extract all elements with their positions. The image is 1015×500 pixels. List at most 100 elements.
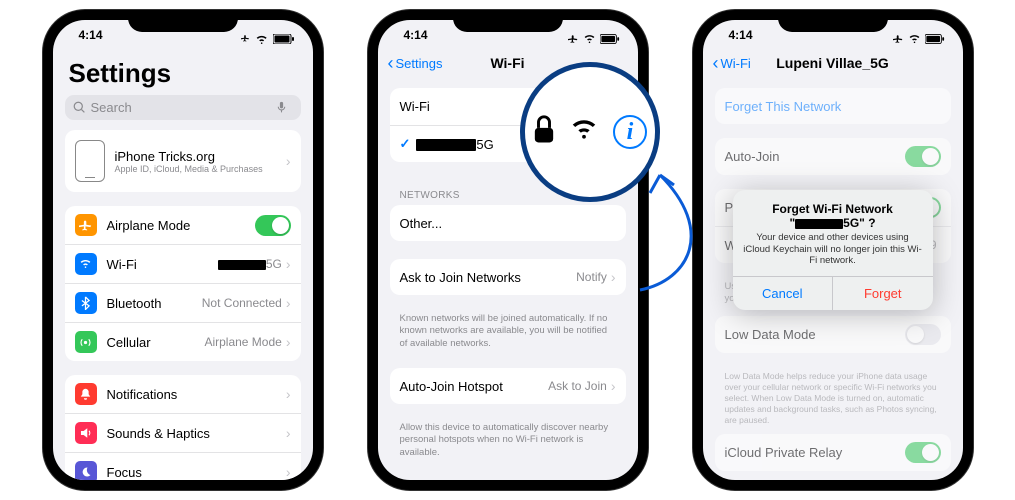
wifi-row[interactable]: Wi-Fi 5G › [65, 245, 301, 284]
network-name: 5G [416, 137, 493, 152]
forget-button[interactable]: Forget [832, 277, 933, 310]
navbar: ‹ Wi-Fi Lupeni Villae_5G [703, 50, 963, 78]
bluetooth-row[interactable]: Bluetooth Not Connected › [65, 284, 301, 323]
autojoin-card: Auto-Join [715, 138, 951, 175]
wifi-settings-icon [75, 253, 97, 275]
chevron-right-icon: › [286, 334, 291, 350]
airplane-icon [241, 34, 251, 44]
appleid-title: iPhone Tricks.org [115, 149, 286, 164]
wifi-signal-icon [569, 118, 599, 146]
sounds-icon [75, 422, 97, 444]
screen: 4:14 ‹ Wi-Fi Lupeni Villae_5G Forget Thi… [703, 20, 963, 480]
magnifier-callout: i [520, 62, 660, 202]
row-value: Airplane Mode [204, 335, 281, 349]
wifi-icon [908, 34, 921, 44]
chevron-left-icon: ‹ [713, 53, 719, 74]
info-icon: i [613, 115, 647, 149]
chevron-right-icon: › [286, 386, 291, 402]
clock: 4:14 [404, 28, 428, 50]
battery-icon [273, 34, 295, 44]
private-relay-card: iCloud Private Relay [715, 434, 951, 471]
notch [778, 10, 888, 32]
cellular-row[interactable]: Cellular Airplane Mode › [65, 323, 301, 361]
focus-icon [75, 461, 97, 480]
airplane-toggle[interactable] [255, 215, 291, 236]
airplane-row[interactable]: Airplane Mode [65, 206, 301, 245]
lowdata-toggle[interactable] [905, 324, 941, 345]
lock-icon [533, 115, 555, 149]
focus-row[interactable]: Focus › [65, 453, 301, 480]
row-label: Ask to Join Networks [400, 270, 577, 285]
bluetooth-icon [75, 292, 97, 314]
appleid-subtitle: Apple ID, iCloud, Media & Purchases [115, 164, 286, 174]
autojoin-toggle[interactable] [905, 146, 941, 167]
chevron-right-icon: › [286, 464, 291, 480]
status-icons [892, 28, 945, 50]
chevron-left-icon: ‹ [388, 53, 394, 74]
phone-network-detail: 4:14 ‹ Wi-Fi Lupeni Villae_5G Forget Thi… [693, 10, 973, 490]
row-value: Ask to Join [548, 379, 607, 393]
ask-join-row[interactable]: Ask to Join Networks Notify › [390, 259, 626, 295]
chevron-right-icon: › [611, 378, 616, 394]
wifi-icon [255, 34, 268, 44]
status-icons [567, 28, 620, 50]
sounds-row[interactable]: Sounds & Haptics › [65, 414, 301, 453]
row-label: Other... [400, 216, 616, 231]
alert-message: Your device and other devices using iClo… [743, 232, 923, 266]
notifications-row[interactable]: Notifications › [65, 375, 301, 414]
notifications-group: Notifications › Sounds & Haptics › Focus… [65, 375, 301, 480]
airplane-icon [567, 34, 579, 44]
chevron-right-icon: › [286, 425, 291, 441]
page-title: Settings [53, 50, 313, 95]
search-placeholder: Search [91, 100, 132, 115]
back-button[interactable]: ‹ Settings [388, 53, 443, 74]
appleid-card[interactable]: iPhone Tricks.org Apple ID, iCloud, Medi… [65, 130, 301, 192]
row-label: Forget This Network [725, 99, 941, 114]
screen: 4:14 Settings Search iPhone Tricks.org A… [53, 20, 313, 480]
chevron-right-icon: › [286, 295, 291, 311]
battery-icon [600, 34, 620, 44]
notch [128, 10, 238, 32]
private-relay-row[interactable]: iCloud Private Relay [715, 434, 951, 471]
status-icons [241, 28, 294, 50]
notifications-icon [75, 383, 97, 405]
autojoin-row[interactable]: Auto-Join [715, 138, 951, 175]
search-input[interactable]: Search [65, 95, 301, 120]
clock: 4:14 [729, 28, 753, 50]
clock: 4:14 [79, 28, 103, 50]
check-icon: ✓ [400, 136, 411, 152]
row-label: Low Data Mode [725, 327, 905, 342]
alert-title: Forget Wi-Fi Network "5G" ? [743, 202, 923, 231]
mic-icon[interactable] [275, 101, 288, 114]
other-network-row[interactable]: Other... [390, 205, 626, 241]
private-relay-toggle[interactable] [905, 442, 941, 463]
row-label: Cellular [107, 335, 205, 350]
hotspot-footer: Allow this device to automatically disco… [378, 418, 638, 459]
row-label: Focus [107, 465, 286, 480]
lowdata-row[interactable]: Low Data Mode [715, 316, 951, 353]
forget-network-row[interactable]: Forget This Network [715, 88, 951, 124]
forget-alert: Forget Wi-Fi Network "5G" ? Your device … [733, 190, 933, 311]
row-label: Auto-Join [725, 149, 905, 164]
row-label: Auto-Join Hotspot [400, 379, 549, 394]
lowdata-footer: Low Data Mode helps reduce your iPhone d… [703, 367, 963, 426]
chevron-right-icon: › [286, 153, 291, 169]
row-label: Airplane Mode [107, 218, 255, 233]
chevron-right-icon: › [286, 256, 291, 272]
hotspot-row[interactable]: Auto-Join Hotspot Ask to Join › [390, 368, 626, 404]
airplane-icon [892, 34, 904, 44]
notch [453, 10, 563, 32]
connectivity-group: Airplane Mode Wi-Fi 5G › Bluetooth Not C… [65, 206, 301, 361]
row-label: iCloud Private Relay [725, 445, 905, 460]
wifi-icon [583, 34, 596, 44]
back-button[interactable]: ‹ Wi-Fi [713, 53, 751, 74]
phone-settings: 4:14 Settings Search iPhone Tricks.org A… [43, 10, 323, 490]
arrow-annotation [620, 170, 730, 300]
cellular-icon [75, 331, 97, 353]
cancel-button[interactable]: Cancel [733, 277, 833, 310]
battery-icon [925, 34, 945, 44]
row-value: 5G [218, 257, 282, 271]
row-value: Not Connected [202, 296, 282, 310]
ask-join-footer: Known networks will be joined automatica… [378, 309, 638, 350]
device-icon [75, 140, 105, 182]
